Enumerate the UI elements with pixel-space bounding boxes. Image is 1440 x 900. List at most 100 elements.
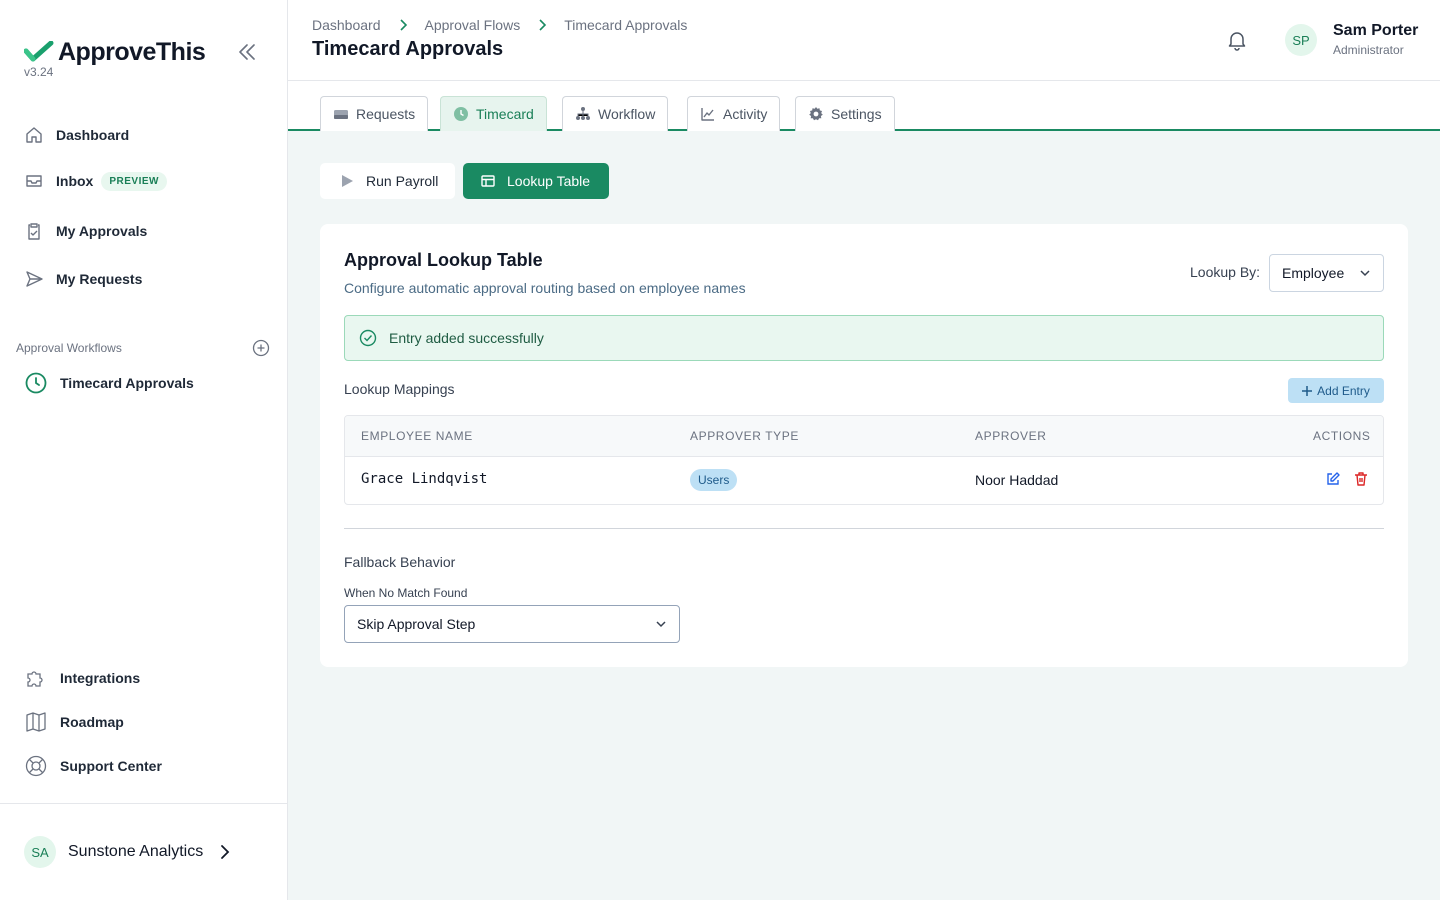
sidebar-item-label: Integrations (60, 670, 141, 686)
run-payroll-button[interactable]: Run Payroll (320, 163, 455, 199)
lookup-by-value: Employee (1282, 265, 1345, 281)
map-icon (26, 712, 46, 732)
check-circle-icon (359, 329, 377, 347)
alert-text: Entry added successfully (389, 330, 544, 346)
lookup-mappings-table: EMPLOYEE NAME APPROVER TYPE APPROVER ACT… (344, 415, 1384, 505)
sidebar-item-label: Timecard Approvals (60, 375, 194, 391)
sidebar-item-roadmap[interactable]: Roadmap (24, 710, 124, 734)
column-header-actions: ACTIONS (1313, 429, 1371, 443)
logo[interactable]: ApproveThis (24, 38, 206, 67)
tab-label: Requests (356, 106, 416, 122)
run-payroll-label: Run Payroll (366, 173, 439, 189)
puzzle-icon (27, 671, 43, 687)
section-divider (344, 528, 1384, 529)
sidebar: ApproveThis v3.24 Dashboard Inbox PREVIE… (0, 0, 288, 900)
table-header: EMPLOYEE NAME APPROVER TYPE APPROVER ACT… (345, 416, 1383, 457)
sidebar-item-timecard-approvals[interactable]: Timecard Approvals (24, 371, 194, 395)
card-subtitle: Configure automatic approval routing bas… (344, 280, 746, 296)
table-icon (481, 175, 495, 187)
sidebar-item-label: My Requests (56, 271, 143, 287)
breadcrumb-item-dashboard[interactable]: Dashboard (312, 17, 381, 33)
org-avatar: SA (24, 836, 56, 868)
org-name: Sunstone Analytics (68, 843, 204, 860)
sidebar-item-label: Inbox (56, 173, 94, 189)
app-version: v3.24 (24, 65, 54, 79)
lookup-mappings-label: Lookup Mappings (344, 381, 455, 397)
tray-icon (334, 110, 348, 119)
clock-icon (454, 107, 468, 121)
logo-check-icon (24, 40, 54, 61)
org-switcher[interactable]: SA Sunstone Analytics (24, 836, 231, 868)
add-workflow-icon[interactable] (252, 339, 270, 357)
chevron-right-icon (539, 19, 547, 31)
collapse-sidebar-icon[interactable] (236, 42, 258, 62)
tab-timecard[interactable]: Timecard (440, 96, 547, 131)
sidebar-item-label: Dashboard (56, 127, 130, 143)
lookup-table-button[interactable]: Lookup Table (463, 163, 609, 199)
sidebar-item-dashboard[interactable]: Dashboard (24, 123, 129, 147)
bell-icon[interactable] (1226, 29, 1248, 51)
user-avatar[interactable]: SP (1285, 24, 1317, 56)
trash-icon[interactable] (1353, 471, 1369, 487)
edit-icon[interactable] (1325, 471, 1341, 487)
tab-workflow[interactable]: Workflow (562, 96, 669, 131)
chevron-right-icon (221, 845, 230, 859)
success-alert: Entry added successfully (344, 315, 1384, 361)
breadcrumb-item-timecard-approvals[interactable]: Timecard Approvals (564, 17, 687, 33)
chart-line-icon (701, 108, 714, 121)
tab-label: Workflow (598, 106, 656, 122)
tab-label: Settings (831, 106, 882, 122)
chevron-down-icon (656, 621, 666, 628)
lookup-by-label: Lookup By: (1190, 264, 1261, 280)
lookup-table-card: Approval Lookup Table Configure automati… (320, 224, 1408, 667)
sidebar-item-label: Support Center (60, 758, 162, 774)
app-name: ApproveThis (58, 38, 206, 66)
preview-badge: PREVIEW (101, 171, 167, 191)
send-icon (26, 271, 43, 287)
approver-type-badge: Users (690, 469, 738, 491)
card-title: Approval Lookup Table (344, 250, 543, 270)
chevron-down-icon (1360, 270, 1370, 277)
tab-label: Timecard (476, 106, 534, 122)
approver-cell: Noor Haddad (975, 472, 1059, 488)
user-name: Sam Porter (1333, 22, 1419, 39)
sidebar-item-my-requests[interactable]: My Requests (24, 267, 142, 291)
breadcrumb-item-approval-flows[interactable]: Approval Flows (425, 17, 521, 33)
user-role: Administrator (1333, 43, 1404, 57)
chevron-right-icon (399, 19, 407, 31)
tab-activity[interactable]: Activity (687, 96, 781, 131)
top-header: Dashboard Approval Flows Timecard Approv… (288, 0, 1440, 81)
lifebuoy-icon (25, 755, 47, 777)
fallback-field-label: When No Match Found (344, 586, 468, 600)
section-label-approval-workflows: Approval Workflows (16, 341, 122, 355)
tab-settings[interactable]: Settings (795, 96, 895, 131)
lookup-table-label: Lookup Table (507, 173, 591, 189)
sidebar-item-label: Roadmap (60, 714, 124, 730)
plus-icon (1302, 385, 1313, 396)
tab-requests[interactable]: Requests (320, 96, 429, 131)
tab-bar: Requests Timecard Workflow Activity Sett… (288, 81, 1440, 131)
sidebar-item-inbox[interactable]: Inbox PREVIEW (24, 169, 167, 193)
play-icon (342, 175, 353, 187)
column-header-employee-name: EMPLOYEE NAME (361, 429, 473, 443)
fallback-select[interactable]: Skip Approval Step (344, 605, 680, 643)
clock-icon (25, 372, 47, 394)
table-row: Grace Lindqvist Users Noor Haddad (345, 457, 1383, 504)
add-entry-label: Add Entry (1317, 383, 1370, 398)
lookup-by-select[interactable]: Employee (1269, 254, 1384, 292)
sidebar-item-support-center[interactable]: Support Center (24, 754, 162, 778)
column-header-approver: APPROVER (975, 429, 1047, 443)
sidebar-item-label: My Approvals (56, 223, 148, 239)
fallback-behavior-title: Fallback Behavior (344, 554, 456, 570)
employee-name-cell: Grace Lindqvist (361, 471, 488, 487)
sidebar-divider (0, 803, 288, 804)
hierarchy-icon (576, 107, 590, 120)
add-entry-button[interactable]: Add Entry (1288, 378, 1384, 403)
home-icon (26, 127, 42, 143)
sidebar-item-integrations[interactable]: Integrations (24, 666, 140, 690)
sidebar-item-my-approvals[interactable]: My Approvals (24, 219, 147, 243)
breadcrumb: Dashboard Approval Flows Timecard Approv… (312, 17, 687, 33)
gear-icon (809, 107, 823, 121)
page-title: Timecard Approvals (312, 38, 504, 60)
clipboard-check-icon (28, 223, 40, 240)
